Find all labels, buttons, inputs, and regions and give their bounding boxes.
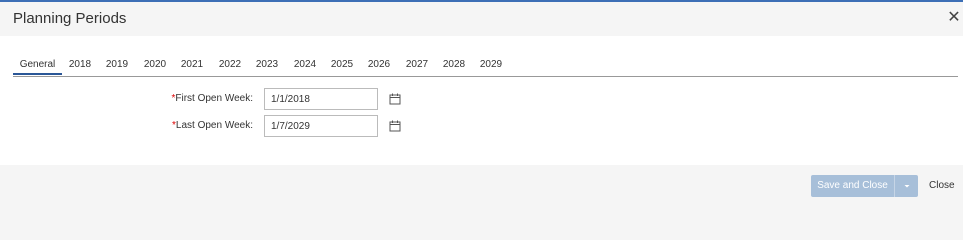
tab-2028[interactable]: 2028 xyxy=(439,54,469,75)
last-open-week-label: *Last Open Week: xyxy=(172,120,253,131)
close-icon[interactable]: ✕ xyxy=(947,10,961,26)
last-open-week-input[interactable] xyxy=(264,115,378,137)
save-options-dropdown[interactable] xyxy=(894,175,918,197)
tab-2022[interactable]: 2022 xyxy=(215,54,245,75)
tab-2021[interactable]: 2021 xyxy=(177,54,207,75)
tab-2025[interactable]: 2025 xyxy=(327,54,357,75)
first-open-week-input[interactable] xyxy=(264,88,378,110)
calendar-icon[interactable] xyxy=(389,120,401,132)
chevron-down-icon xyxy=(904,185,910,188)
dialog-content: General 2018 2019 2020 2021 2022 2023 20… xyxy=(0,36,963,165)
tab-2024[interactable]: 2024 xyxy=(290,54,320,75)
tab-2026[interactable]: 2026 xyxy=(364,54,394,75)
first-open-week-row: *First Open Week: xyxy=(13,88,413,110)
dialog-footer: Save and Close Close xyxy=(0,165,963,208)
tab-2029[interactable]: 2029 xyxy=(476,54,506,75)
last-open-week-row: *Last Open Week: xyxy=(13,115,413,137)
calendar-icon[interactable] xyxy=(389,93,401,105)
tab-2023[interactable]: 2023 xyxy=(252,54,282,75)
tab-bar: General 2018 2019 2020 2021 2022 2023 20… xyxy=(13,54,958,77)
tab-2020[interactable]: 2020 xyxy=(140,54,170,75)
tab-2018[interactable]: 2018 xyxy=(65,54,95,75)
tab-2027[interactable]: 2027 xyxy=(402,54,432,75)
dialog-title: Planning Periods xyxy=(13,10,127,27)
dialog-header: Planning Periods ✕ xyxy=(0,2,963,36)
tab-general[interactable]: General xyxy=(13,54,62,75)
close-button[interactable]: Close xyxy=(929,175,955,197)
save-and-close-button[interactable]: Save and Close xyxy=(811,175,894,197)
tab-2019[interactable]: 2019 xyxy=(102,54,132,75)
first-open-week-label: *First Open Week: xyxy=(171,93,253,104)
